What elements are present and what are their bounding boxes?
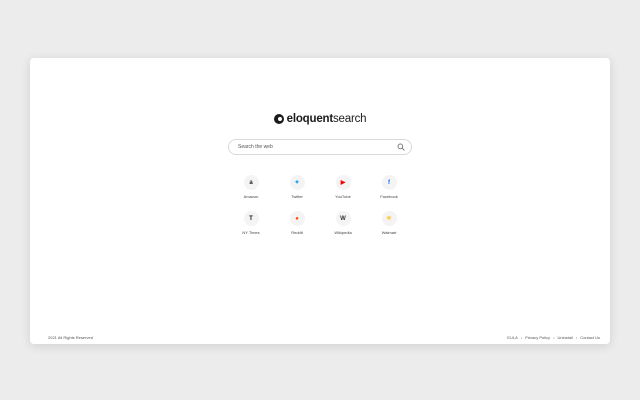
footer-link-eula[interactable]: EULA (507, 335, 517, 340)
tile-label[interactable]: Amazon (244, 194, 259, 199)
logo-mark-icon (273, 114, 284, 124)
new-tab-page: eloquentsearch a Amazon ✦ Twitter ▶ YouT… (30, 58, 610, 344)
shortcut-tile-walmart[interactable]: ✳ Walmart (366, 211, 412, 235)
twitter-icon[interactable]: ✦ (289, 175, 305, 190)
tile-glyph: W (340, 215, 346, 222)
shortcut-tile-wikipedia[interactable]: W Wikipedia (320, 211, 366, 235)
search-icon[interactable] (397, 143, 405, 151)
shortcut-tile-reddit[interactable]: ● Reddit (274, 211, 320, 235)
footer-link-uninstall[interactable]: Uninstall (557, 335, 572, 340)
tile-glyph: f (388, 179, 390, 186)
amazon-icon[interactable]: a (243, 175, 259, 190)
footer-link-contact-us[interactable]: Contact Us (580, 335, 600, 340)
tile-label[interactable]: Walmart (382, 230, 397, 235)
tile-label[interactable]: Wikipedia (334, 230, 351, 235)
tile-glyph: ✦ (294, 180, 300, 186)
logo-text: eloquentsearch (287, 113, 367, 125)
shortcut-tile-amazon[interactable]: a Amazon (228, 175, 274, 199)
nytimes-icon[interactable]: T (243, 211, 259, 226)
footer-separator: • (575, 334, 578, 340)
tile-glyph: ✳ (386, 216, 392, 222)
shortcut-tile-facebook[interactable]: f Facebook (366, 175, 412, 199)
logo-text-prefix: eloquent (286, 113, 334, 125)
copyright-text: 2021 All Rights Reserved (48, 334, 93, 340)
reddit-icon[interactable]: ● (289, 211, 305, 226)
wikipedia-icon[interactable]: W (335, 211, 351, 226)
tile-glyph: a (249, 179, 253, 186)
shortcut-tile-youtube[interactable]: ▶ YouTube (320, 175, 366, 199)
tile-label[interactable]: Facebook (380, 194, 398, 199)
footer-separator: • (520, 334, 523, 340)
logo: eloquentsearch (30, 113, 610, 125)
youtube-icon[interactable]: ▶ (335, 175, 351, 190)
tile-glyph: ● (295, 215, 299, 222)
footer-link-privacy-policy[interactable]: Privacy Policy (525, 335, 550, 340)
shortcut-tile-nytimes[interactable]: T NY Times (228, 211, 274, 235)
tile-label[interactable]: Reddit (291, 230, 303, 235)
footer-links: EULA • Privacy Policy • Uninstall • Cont… (507, 335, 600, 340)
facebook-icon[interactable]: f (381, 175, 397, 190)
tile-label[interactable]: Twitter (291, 194, 303, 199)
footer: 2021 All Rights Reserved EULA • Privacy … (30, 330, 610, 344)
tile-label[interactable]: YouTube (335, 194, 351, 199)
footer-separator: • (553, 334, 555, 340)
tile-glyph: T (249, 215, 253, 222)
tile-glyph: ▶ (340, 180, 346, 186)
search-input[interactable] (238, 140, 397, 154)
walmart-icon[interactable]: ✳ (381, 211, 397, 226)
shortcut-tile-twitter[interactable]: ✦ Twitter (274, 175, 320, 199)
tile-label[interactable]: NY Times (242, 230, 259, 235)
logo-text-suffix: search (333, 113, 367, 125)
shortcut-grid: a Amazon ✦ Twitter ▶ YouTube f Facebook … (228, 175, 412, 235)
search-bar[interactable] (228, 139, 412, 155)
